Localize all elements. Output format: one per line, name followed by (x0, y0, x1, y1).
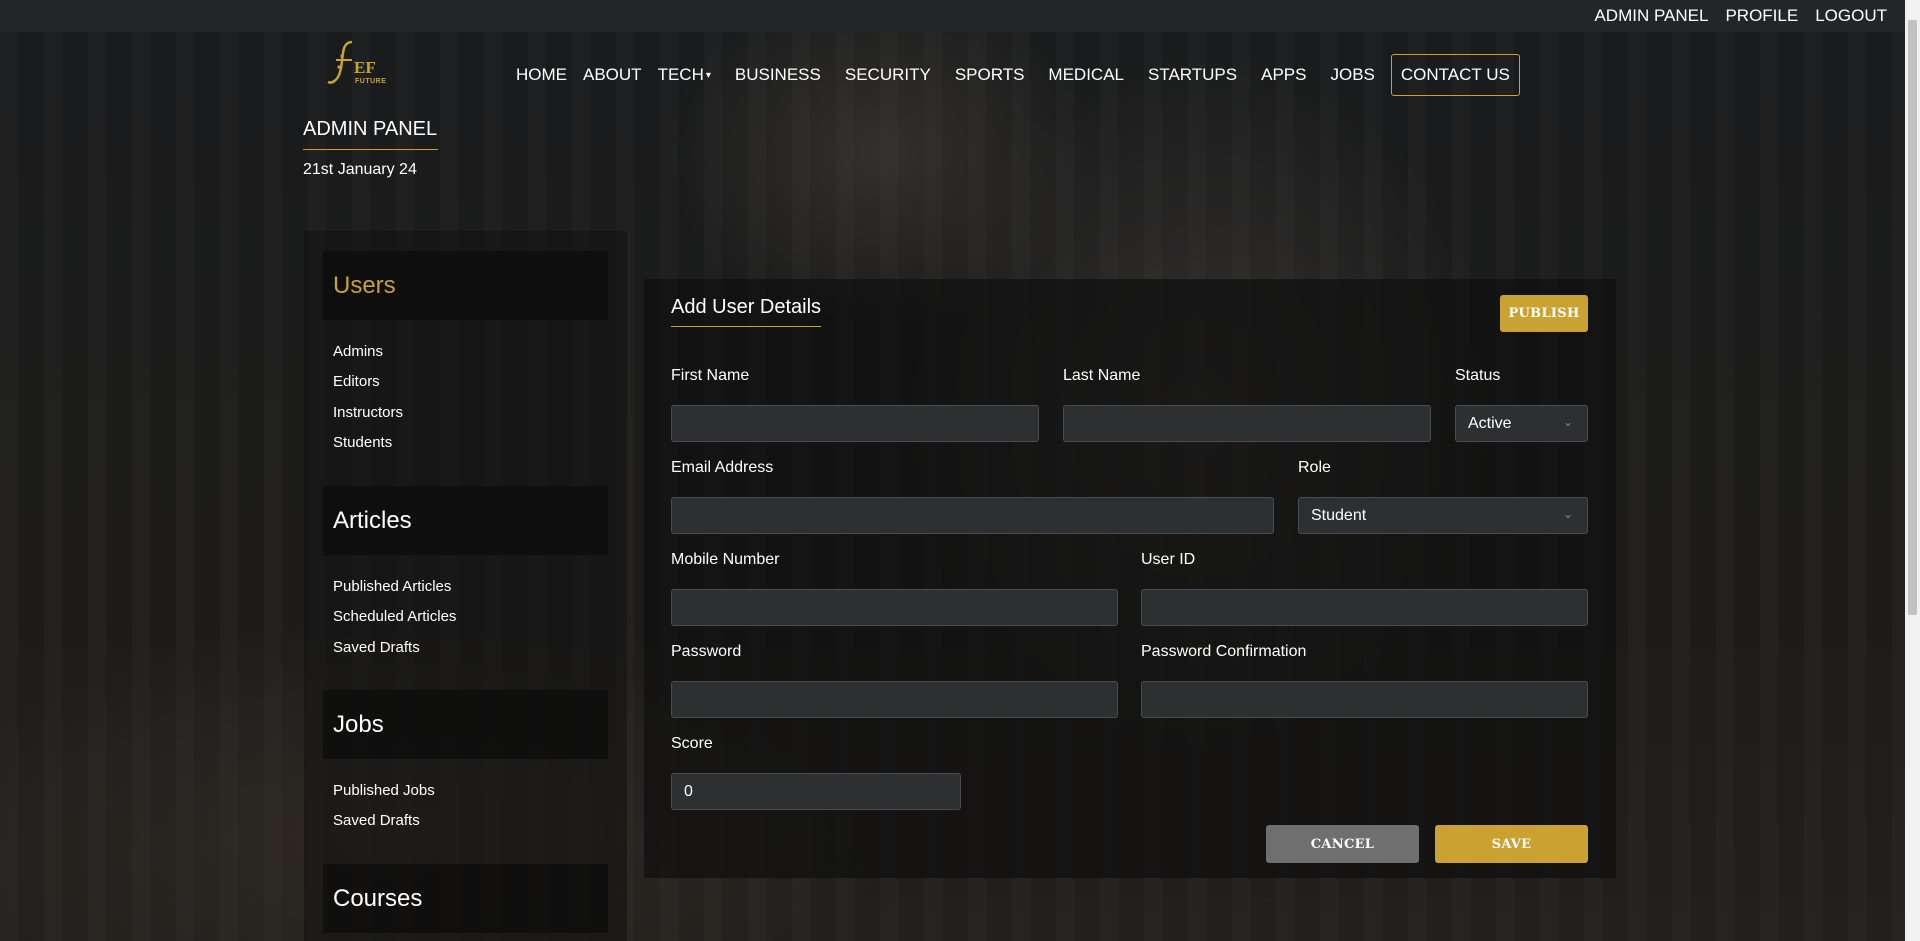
role-value: Student (1311, 506, 1367, 524)
nav-about[interactable]: ABOUT (583, 65, 642, 85)
sidebar-item-published-articles[interactable]: Published Articles (333, 578, 451, 595)
sidebar-section-courses[interactable]: Courses (323, 864, 608, 933)
role-label: Role (1298, 459, 1331, 476)
save-button[interactable]: SAVE (1435, 825, 1588, 863)
logo-subtitle: FUTURE (355, 78, 387, 85)
topbar-profile-link[interactable]: PROFILE (1725, 6, 1798, 26)
form-title: Add User Details (671, 296, 822, 318)
sidebar-item-scheduled-articles[interactable]: Scheduled Articles (333, 608, 456, 625)
score-input[interactable]: 0 (671, 773, 961, 810)
last-name-input[interactable] (1063, 405, 1431, 442)
page-date: 21st January 24 (303, 161, 417, 178)
nav-sports[interactable]: SPORTS (955, 65, 1025, 85)
sidebar-section-users[interactable]: Users (323, 251, 608, 320)
password-confirm-input[interactable] (1141, 681, 1588, 718)
nav-business[interactable]: BUSINESS (735, 65, 821, 85)
sidebar-item-students[interactable]: Students (333, 434, 392, 451)
publish-button[interactable]: PUBLISH (1500, 295, 1588, 332)
main-nav: HOME ABOUT TECH ▾ BUSINESS SECURITY SPORT… (516, 54, 1520, 96)
sidebar-item-article-drafts[interactable]: Saved Drafts (333, 639, 420, 656)
title-underline (303, 149, 438, 150)
nav-apps[interactable]: APPS (1261, 65, 1306, 85)
email-label: Email Address (671, 459, 774, 476)
status-select[interactable]: Active ⌄ (1455, 405, 1588, 442)
password-label: Password (671, 643, 742, 660)
status-value: Active (1468, 414, 1512, 432)
score-label: Score (671, 735, 713, 752)
scrollbar-track[interactable] (1905, 0, 1920, 941)
nav-startups[interactable]: STARTUPS (1148, 65, 1237, 85)
sidebar-item-job-drafts[interactable]: Saved Drafts (333, 812, 420, 829)
sidebar-item-published-jobs[interactable]: Published Jobs (333, 782, 435, 799)
nav-tech-label: TECH (657, 65, 704, 84)
nav-home[interactable]: HOME (516, 65, 567, 85)
sidebar: Users Admins Editors Instructors Student… (304, 231, 627, 941)
role-select[interactable]: Student ⌄ (1298, 497, 1588, 534)
page-title: ADMIN PANEL (303, 118, 438, 140)
topbar-admin-panel-link[interactable]: ADMIN PANEL (1594, 6, 1708, 26)
chevron-down-icon: ⌄ (1562, 507, 1573, 521)
chevron-down-icon: ⌄ (1562, 415, 1573, 429)
user-id-label: User ID (1141, 551, 1196, 568)
logo-letters: EF (354, 58, 376, 77)
mobile-label: Mobile Number (671, 551, 780, 568)
add-user-form: Add User Details PUBLISH First Name Last… (644, 279, 1616, 878)
sidebar-item-admins[interactable]: Admins (333, 343, 383, 360)
top-bar: ADMIN PANEL PROFILE LOGOUT (0, 0, 1920, 32)
sidebar-item-instructors[interactable]: Instructors (333, 404, 403, 421)
nav-jobs[interactable]: JOBS (1330, 65, 1374, 85)
first-name-label: First Name (671, 367, 750, 384)
site-logo[interactable]: EF FUTURE (322, 38, 392, 90)
score-value: 0 (684, 782, 693, 800)
chevron-down-icon: ▾ (705, 70, 711, 82)
user-id-input[interactable] (1141, 589, 1588, 626)
cancel-button[interactable]: CANCEL (1266, 825, 1419, 863)
form-title-underline (671, 326, 821, 327)
scrollbar-thumb[interactable] (1908, 20, 1917, 615)
status-label: Status (1455, 367, 1501, 384)
nav-security[interactable]: SECURITY (845, 65, 931, 85)
password-input[interactable] (671, 681, 1118, 718)
mobile-input[interactable] (671, 589, 1118, 626)
last-name-label: Last Name (1063, 367, 1141, 384)
sidebar-section-jobs[interactable]: Jobs (323, 690, 608, 759)
sidebar-section-articles[interactable]: Articles (323, 486, 608, 555)
sidebar-item-editors[interactable]: Editors (333, 373, 380, 390)
nav-medical[interactable]: MEDICAL (1048, 65, 1124, 85)
topbar-logout-link[interactable]: LOGOUT (1815, 6, 1887, 26)
password-confirm-label: Password Confirmation (1141, 643, 1307, 660)
nav-contact-us[interactable]: CONTACT US (1390, 54, 1520, 96)
first-name-input[interactable] (671, 405, 1039, 442)
nav-tech[interactable]: TECH ▾ (658, 65, 711, 85)
email-input[interactable] (671, 497, 1274, 534)
